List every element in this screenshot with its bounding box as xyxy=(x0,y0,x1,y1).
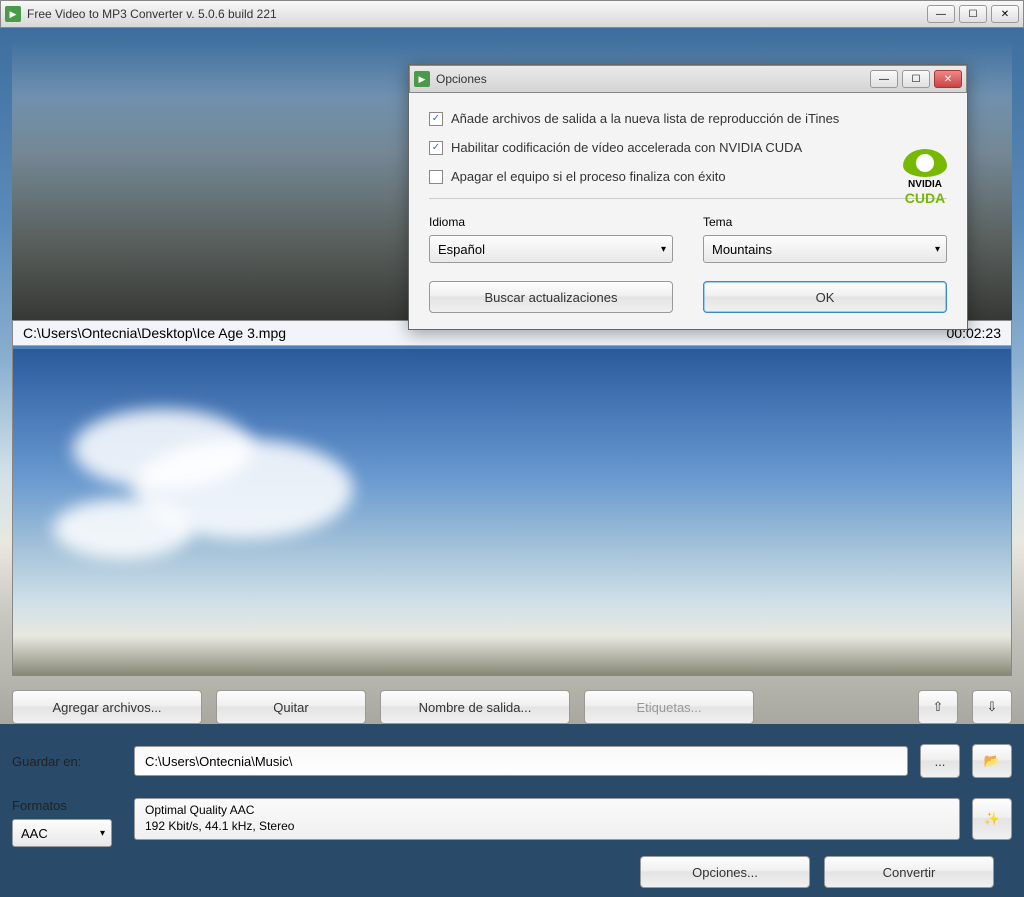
save-path-input[interactable] xyxy=(134,746,908,776)
dialog-minimize-button[interactable]: — xyxy=(870,70,898,88)
wand-icon: ✨ xyxy=(984,811,1000,827)
window-title: Free Video to MP3 Converter v. 5.0.6 bui… xyxy=(27,7,927,21)
theme-label: Tema xyxy=(703,215,947,229)
arrow-up-icon: ⇧ xyxy=(933,699,944,715)
tags-button[interactable]: Etiquetas... xyxy=(584,690,754,724)
main-titlebar: ▶ Free Video to MP3 Converter v. 5.0.6 b… xyxy=(0,0,1024,28)
quality-display: Optimal Quality AAC 192 Kbit/s, 44.1 kHz… xyxy=(134,798,960,840)
add-files-button[interactable]: Agregar archivos... xyxy=(12,690,202,724)
browse-button[interactable]: ... xyxy=(920,744,960,778)
itunes-label: Añade archivos de salida a la nueva list… xyxy=(451,111,839,126)
open-folder-button[interactable]: 📂 xyxy=(972,744,1012,778)
app-icon: ▶ xyxy=(5,6,21,22)
nvidia-eye-icon xyxy=(903,149,947,177)
move-up-button[interactable]: ⇧ xyxy=(918,690,958,724)
cuda-label: Habilitar codificación de vídeo accelera… xyxy=(451,140,802,155)
quality-settings-button[interactable]: ✨ xyxy=(972,798,1012,840)
options-dialog: ▶ Opciones — ☐ ✕ ✓ Añade archivos de sal… xyxy=(408,64,968,330)
convert-button[interactable]: Convertir xyxy=(824,856,994,888)
nvidia-logo: NVIDIA CUDA xyxy=(903,149,947,206)
language-label: Idioma xyxy=(429,215,673,229)
video-file-path: C:\Users\Ontecnia\Desktop\Ice Age 3.mpg xyxy=(23,325,286,341)
maximize-button[interactable]: ☐ xyxy=(959,5,987,23)
dialog-title: Opciones xyxy=(436,72,870,86)
cuda-checkbox[interactable]: ✓ xyxy=(429,141,443,155)
theme-select[interactable]: Mountains xyxy=(703,235,947,263)
folder-open-icon: 📂 xyxy=(984,753,1000,769)
remove-button[interactable]: Quitar xyxy=(216,690,366,724)
arrow-down-icon: ⇩ xyxy=(987,699,998,715)
main-window: ▶ Free Video to MP3 Converter v. 5.0.6 b… xyxy=(0,0,1024,724)
quality-title: Optimal Quality AAC xyxy=(145,803,949,819)
move-down-button[interactable]: ⇩ xyxy=(972,690,1012,724)
dialog-app-icon: ▶ xyxy=(414,71,430,87)
shutdown-checkbox[interactable] xyxy=(429,170,443,184)
options-button[interactable]: Opciones... xyxy=(640,856,810,888)
dialog-maximize-button[interactable]: ☐ xyxy=(902,70,930,88)
check-updates-button[interactable]: Buscar actualizaciones xyxy=(429,281,673,313)
minimize-button[interactable]: — xyxy=(927,5,955,23)
language-select[interactable]: Español xyxy=(429,235,673,263)
output-name-button[interactable]: Nombre de salida... xyxy=(380,690,570,724)
dialog-titlebar: ▶ Opciones — ☐ ✕ xyxy=(409,65,967,93)
shutdown-label: Apagar el equipo si el proceso finaliza … xyxy=(451,169,726,184)
quality-detail: 192 Kbit/s, 44.1 kHz, Stereo xyxy=(145,819,949,835)
itunes-checkbox[interactable]: ✓ xyxy=(429,112,443,126)
close-button[interactable]: ✕ xyxy=(991,5,1019,23)
formats-label: Formatos xyxy=(12,798,122,813)
format-select[interactable]: AAC xyxy=(12,819,112,847)
ok-button[interactable]: OK xyxy=(703,281,947,313)
save-to-label: Guardar en: xyxy=(12,754,122,769)
video-preview-panel: C:\Users\Ontecnia\Desktop\Ice Age 3.mpg … xyxy=(12,320,1012,676)
dialog-close-button[interactable]: ✕ xyxy=(934,70,962,88)
